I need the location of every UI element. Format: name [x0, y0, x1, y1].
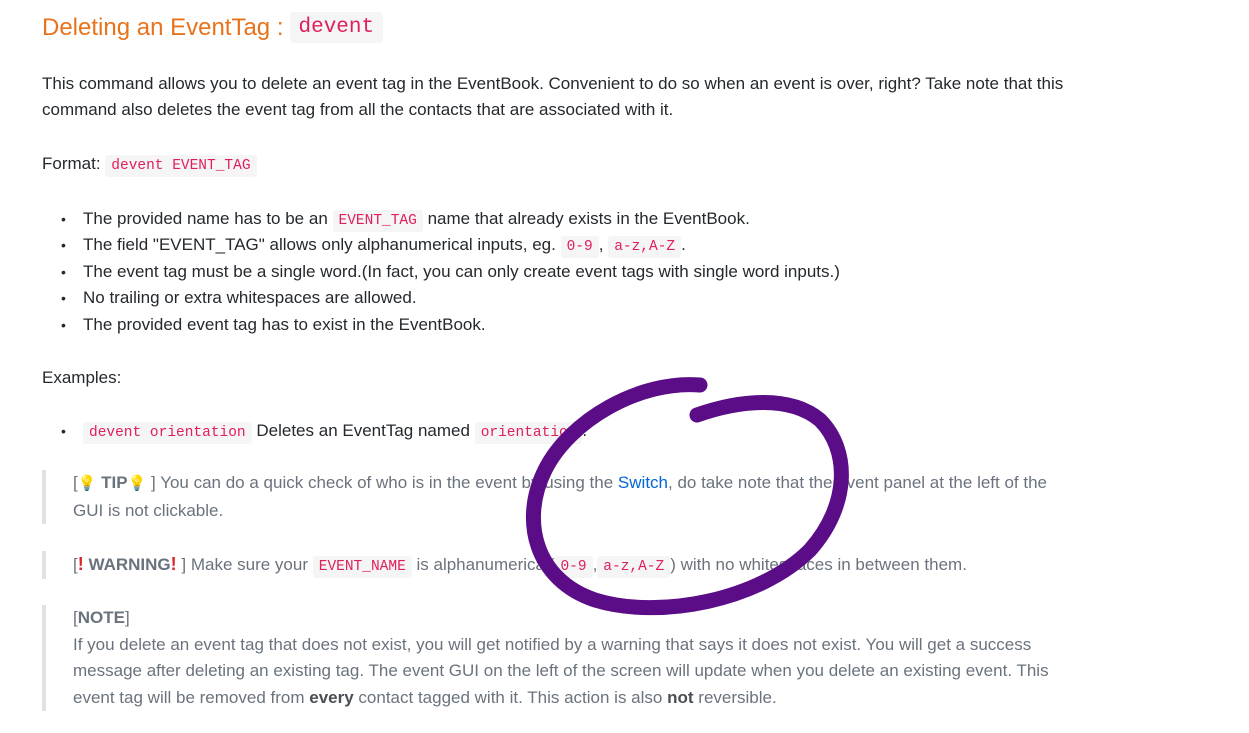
inline-code: 0-9: [560, 236, 599, 259]
list-item: • The provided event tag has to exist in…: [61, 314, 486, 334]
warning-callout: [! WARNING! ] Make sure your EVENT_NAME …: [42, 551, 967, 579]
section-heading: Deleting an EventTag : devent: [42, 12, 384, 43]
tip-callout: [💡 TIP💡 ] You can do a quick check of wh…: [42, 470, 1047, 524]
list-text: Deletes an EventTag named: [256, 421, 470, 440]
bracket: ]: [124, 608, 130, 627]
list-text: name that already exists in the EventBoo…: [427, 209, 750, 228]
tip-text: , do take note that the event panel at t…: [668, 473, 1047, 492]
list-text: .: [582, 421, 588, 440]
note-text: If you delete an event tag that does not…: [73, 634, 1032, 654]
tip-label: TIP: [101, 473, 128, 492]
exclamation-icon: !: [77, 554, 84, 574]
list-item: • No trailing or extra whitespaces are a…: [61, 288, 417, 308]
inline-code: EVENT_TAG: [332, 210, 423, 232]
format-line: Format: devent EVENT_TAG: [42, 151, 257, 180]
lightbulb-icon: 💡: [77, 475, 97, 492]
list-text: The provided name has to be an: [83, 209, 328, 228]
examples-label: Examples:: [42, 368, 122, 387]
note-emphasis: every: [309, 687, 354, 707]
intro-line-1: This command allows you to delete an eve…: [42, 74, 1064, 93]
list-text: No trailing or extra whitespaces are all…: [83, 288, 417, 308]
list-text: .: [681, 235, 686, 255]
list-text: The provided event tag has to exist in t…: [83, 314, 486, 334]
list-text: The event tag must be a single word.(In …: [83, 261, 840, 281]
examples-list: • devent orientation Deletes an EventTag…: [42, 417, 587, 447]
list-item: • The field "EVENT_TAG" allows only alph…: [42, 232, 840, 259]
format-code: devent EVENT_TAG: [105, 155, 257, 177]
note-callout: [NOTE] If you delete an event tag that d…: [42, 605, 1049, 711]
note-emphasis: not: [667, 687, 694, 707]
exclamation-icon: !: [170, 554, 177, 574]
heading-code: devent: [289, 12, 384, 43]
lightbulb-icon: 💡: [127, 475, 147, 492]
note-text: event tag will be removed from: [73, 687, 305, 707]
tip-text: You can do a quick check of who is in th…: [160, 473, 614, 492]
inline-code: orientation: [474, 422, 583, 444]
bracket: ]: [151, 473, 156, 492]
list-text: ,: [598, 235, 604, 255]
note-text: message after deleting an existing tag. …: [73, 661, 1049, 680]
inline-code: a-z,A-Z: [608, 236, 682, 259]
warning-text: ) with no whitespaces in between them.: [670, 555, 967, 574]
note-text: reversible.: [698, 687, 777, 707]
tip-text: GUI is not clickable.: [73, 500, 224, 520]
rules-list: • The provided name has to be an EVENT_T…: [42, 206, 840, 338]
warning-text: is alphanumerical(: [416, 555, 555, 574]
switch-link[interactable]: Switch: [618, 473, 668, 492]
inline-code: a-z,A-Z: [597, 556, 671, 578]
list-item: • The event tag must be a single word.(I…: [61, 261, 840, 281]
bracket: ]: [181, 555, 187, 574]
note-text: contact tagged with it. This action is a…: [358, 687, 663, 707]
inline-code: devent orientation: [83, 422, 252, 444]
intro-paragraph: This command allows you to delete an eve…: [42, 71, 1063, 122]
format-label: Format:: [42, 154, 101, 173]
inline-code: EVENT_NAME: [312, 556, 412, 578]
list-item: • devent orientation Deletes an EventTag…: [42, 417, 587, 447]
intro-line-2: command also deletes the event tag from …: [42, 99, 674, 119]
list-item: • The provided name has to be an EVENT_T…: [42, 206, 840, 232]
note-label: NOTE: [77, 608, 125, 627]
warning-label: WARNING: [88, 555, 171, 574]
list-text: The field "EVENT_TAG" allows only alphan…: [83, 235, 556, 255]
heading-text: Deleting an EventTag :: [42, 13, 284, 41]
inline-code: 0-9: [554, 556, 593, 578]
warning-text: Make sure your: [190, 555, 309, 574]
